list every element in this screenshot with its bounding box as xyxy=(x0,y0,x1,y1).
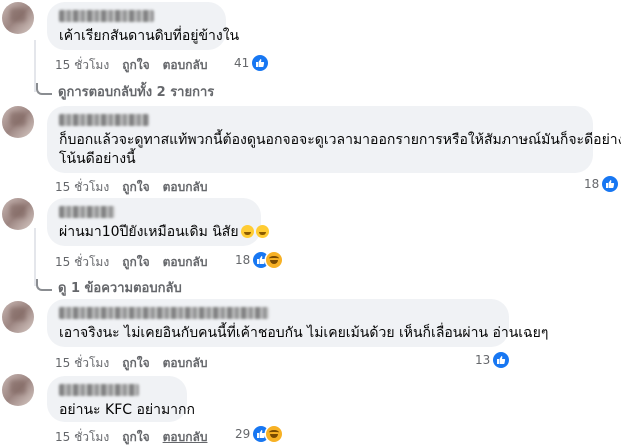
comment-bubble: เอาจริงนะ ไม่เคยอินกับคนนี้ที่เค้าชอบกัน… xyxy=(47,299,549,347)
comment-time[interactable]: 15 ชั่วโมง xyxy=(55,253,109,272)
view-replies-label: ดูการตอบกลับทั้ง 2 รายการ xyxy=(58,85,215,100)
grinning-emoji-icon xyxy=(255,225,269,238)
like-reaction-icon xyxy=(252,55,269,71)
reply-arrow-icon xyxy=(36,82,52,95)
like-button[interactable]: ถูกใจ xyxy=(122,253,149,272)
like-button[interactable]: ถูกใจ xyxy=(122,178,149,197)
avatar[interactable] xyxy=(2,2,34,34)
comment-text: อย่านะ KFC อย่ามากก xyxy=(59,402,195,418)
comment-actions: 15 ชั่วโมง ถูกใจ ตอบกลับ xyxy=(55,56,220,75)
reply-button[interactable]: ตอบกลับ xyxy=(163,253,208,272)
reaction-count: 18 xyxy=(584,177,600,191)
like-reaction-icon xyxy=(493,352,510,368)
avatar[interactable] xyxy=(2,374,34,406)
reaction-count: 41 xyxy=(234,56,250,70)
comment-actions: 15 ชั่วโมง ถูกใจ ตอบกลับ xyxy=(55,428,220,447)
reply-button[interactable]: ตอบกลับ xyxy=(163,56,208,75)
view-replies-label: ดู 1 ข้อความตอบกลับ xyxy=(58,281,182,296)
comment-time[interactable]: 15 ชั่วโมง xyxy=(55,428,109,447)
reply-button[interactable]: ตอบกลับ xyxy=(163,178,208,197)
comment-text: เค้าเรียกสันดานดิบที่อยู่ข้างใน xyxy=(59,28,240,44)
reaction-count: 13 xyxy=(475,353,491,367)
comment-actions: 15 ชั่วโมง ถูกใจ ตอบกลับ xyxy=(55,178,220,197)
comment-bubble: ผ่านมา10ปียังเหมือนเดิม นิสัย xyxy=(47,198,269,246)
comment-time[interactable]: 15 ชั่วโมง xyxy=(55,56,109,75)
reaction-summary[interactable]: 41 xyxy=(234,55,269,71)
haha-reaction-icon xyxy=(266,426,283,442)
commenter-name-blurred[interactable] xyxy=(59,307,269,319)
like-button[interactable]: ถูกใจ xyxy=(122,56,149,75)
reaction-summary[interactable]: 18 xyxy=(584,176,619,192)
avatar[interactable] xyxy=(2,198,34,230)
comment-text: ผ่านมา10ปียังเหมือนเดิม นิสัย xyxy=(59,223,269,242)
comment-text: เอาจริงนะ ไม่เคยอินกับคนนี้ที่เค้าชอบกัน… xyxy=(59,325,549,341)
avatar[interactable] xyxy=(2,301,34,333)
reaction-count: 18 xyxy=(235,253,251,267)
comment-actions: 15 ชั่วโมง ถูกใจ ตอบกลับ xyxy=(55,354,220,373)
commenter-name-blurred[interactable] xyxy=(59,10,154,22)
commenter-name-blurred[interactable] xyxy=(59,384,139,396)
reply-arrow-icon xyxy=(36,278,52,291)
like-reaction-icon xyxy=(602,176,619,192)
reaction-summary[interactable]: 13 xyxy=(475,352,510,368)
comment-time[interactable]: 15 ชั่วโมง xyxy=(55,354,109,373)
commenter-name-blurred[interactable] xyxy=(59,206,115,218)
reaction-count: 29 xyxy=(235,427,251,441)
like-button[interactable]: ถูกใจ xyxy=(122,428,149,447)
avatar[interactable] xyxy=(2,106,34,138)
reply-button[interactable]: ตอบกลับ xyxy=(163,428,208,447)
comment-actions: 15 ชั่วโมง ถูกใจ ตอบกลับ xyxy=(55,253,220,272)
comment-bubble: เค้าเรียกสันดานดิบที่อยู่ข้างใน xyxy=(47,2,240,50)
like-button[interactable]: ถูกใจ xyxy=(122,354,149,373)
comment-text-line2: โน้นดีอย่างนี้ xyxy=(59,151,136,167)
reply-button[interactable]: ตอบกลับ xyxy=(163,354,208,373)
view-replies-link[interactable]: ดูการตอบกลับทั้ง 2 รายการ xyxy=(36,81,214,102)
comment-time[interactable]: 15 ชั่วโมง xyxy=(55,178,109,197)
comment-text: ก็บอกแล้วจะดูทาสแท้พวกนี้ต้องดูนอกจอจะดู… xyxy=(59,132,621,148)
commenter-name-blurred[interactable] xyxy=(59,114,149,126)
grinning-emoji-icon xyxy=(240,225,254,238)
reaction-summary[interactable]: 29 xyxy=(235,426,283,442)
comment-text-content: ผ่านมา10ปียังเหมือนเดิม นิสัย xyxy=(59,224,239,240)
haha-reaction-icon xyxy=(266,252,283,268)
comment-bubble: อย่านะ KFC อย่ามากก xyxy=(47,376,195,422)
reaction-summary[interactable]: 18 xyxy=(235,252,283,268)
comment-bubble: ก็บอกแล้วจะดูทาสแท้พวกนี้ต้องดูนอกจอจะดู… xyxy=(47,106,621,173)
view-replies-link[interactable]: ดู 1 ข้อความตอบกลับ xyxy=(36,277,182,298)
